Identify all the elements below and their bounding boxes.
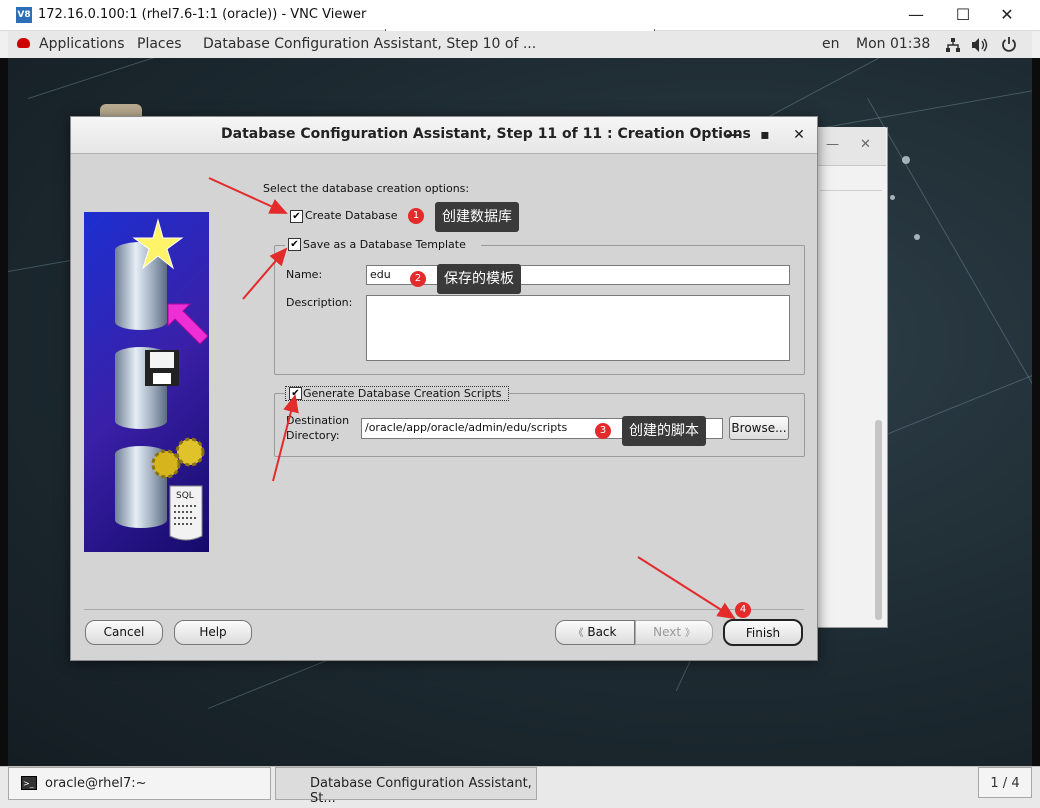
next-button[interactable]: Next 》	[635, 620, 713, 645]
redhat-icon	[17, 38, 30, 48]
finish-button[interactable]: Finish	[723, 619, 803, 646]
applications-menu[interactable]: Applications	[39, 36, 125, 52]
network-icon[interactable]	[945, 37, 961, 53]
annotation-badge: 2	[410, 271, 426, 287]
next-arrow-icon: 》	[684, 628, 695, 639]
volume-icon[interactable]	[971, 37, 989, 53]
star-icon	[132, 218, 184, 270]
template-description-label: Description:	[286, 296, 353, 309]
vnc-close-button[interactable]: ✕	[996, 4, 1018, 26]
vnc-minimize-button[interactable]: —	[905, 4, 927, 26]
dialog-titlebar: Database Configuration Assistant, Step 1…	[71, 117, 817, 154]
clock[interactable]: Mon 01:38	[856, 36, 930, 52]
template-name-label: Name:	[286, 268, 323, 281]
annotation-tooltip: 保存的模板	[437, 264, 521, 294]
back-button[interactable]: 《 Back	[555, 620, 635, 645]
gears-icon	[151, 437, 205, 479]
right-edge	[1032, 58, 1040, 766]
generate-scripts-label: Generate Database Creation Scripts	[303, 387, 502, 400]
floppy-disk-icon	[145, 350, 179, 386]
gnome-top-bar: Applications Places Database Configurati…	[8, 31, 1032, 59]
dialog-separator	[84, 609, 804, 610]
terminal-icon: >_	[21, 776, 37, 790]
vnc-window-titlebar: V8 172.16.0.100:1 (rhel7.6-1:1 (oracle))…	[0, 0, 1040, 31]
annotation-badge: 4	[735, 602, 751, 618]
help-button[interactable]: Help	[174, 620, 252, 645]
language-indicator[interactable]: en	[822, 36, 840, 52]
back-arrow-icon: 《	[573, 628, 584, 639]
taskbar-terminal-label: oracle@rhel7:~	[45, 776, 147, 791]
annotation-tooltip: 创建的脚本	[622, 416, 706, 446]
left-edge	[0, 58, 8, 766]
vnc-window-title: 172.16.0.100:1 (rhel7.6-1:1 (oracle)) - …	[38, 7, 367, 22]
taskbar-dbca-label: Database Configuration Assistant, St...	[310, 776, 532, 806]
generate-scripts-checkbox[interactable]: ✔	[289, 387, 302, 400]
workspace-pager[interactable]: 1 / 4	[978, 767, 1032, 798]
save-template-checkbox[interactable]: ✔	[288, 238, 301, 251]
cancel-button[interactable]: Cancel	[85, 620, 163, 645]
back-button-label: Back	[587, 625, 617, 639]
places-menu[interactable]: Places	[137, 36, 182, 52]
next-button-label: Next	[653, 625, 682, 639]
sql-scroll-icon: SQL	[169, 485, 203, 541]
create-database-checkbox[interactable]: ✔	[290, 210, 303, 223]
dialog-close-button[interactable]: ✕	[789, 125, 809, 145]
browse-button[interactable]: Browse...	[729, 416, 789, 440]
template-name-input[interactable]: edu	[366, 265, 790, 285]
power-icon[interactable]	[1001, 36, 1017, 52]
annotation-tooltip: 创建数据库	[435, 202, 519, 232]
destination-label-line1: Destination	[286, 414, 350, 427]
database-illustration: SQL	[84, 212, 209, 552]
vnc-logo-icon: V8	[16, 7, 32, 23]
active-window-menu[interactable]: Database Configuration Assistant, Step 1…	[203, 36, 536, 52]
creation-options-prompt: Select the database creation options:	[263, 182, 470, 195]
background-window-titlebar: — ✕	[816, 127, 886, 166]
annotation-badge: 3	[595, 423, 611, 439]
svg-text:SQL: SQL	[176, 491, 194, 501]
background-window-close[interactable]: ✕	[860, 137, 871, 152]
template-description-textarea[interactable]	[366, 295, 790, 361]
annotation-badge: 1	[408, 208, 424, 224]
taskbar: >_ oracle@rhel7:~ Database Configuration…	[0, 766, 1040, 808]
create-database-label: Create Database	[305, 209, 398, 222]
vnc-maximize-button[interactable]: ☐	[952, 4, 974, 26]
taskbar-terminal-item[interactable]: >_ oracle@rhel7:~	[8, 767, 271, 800]
pink-arrow-icon	[167, 303, 209, 345]
save-template-label: Save as a Database Template	[303, 238, 466, 251]
taskbar-dbca-item[interactable]: Database Configuration Assistant, St...	[275, 767, 537, 806]
dialog-title: Database Configuration Assistant, Step 1…	[221, 126, 751, 142]
dialog-maximize-button[interactable]: ▪	[755, 125, 775, 145]
background-window-minimize[interactable]: —	[826, 137, 839, 152]
dbca-dialog: Database Configuration Assistant, Step 1…	[70, 116, 818, 661]
dialog-minimize-button[interactable]: —	[723, 125, 743, 145]
background-window-divider	[820, 190, 882, 191]
background-window-scrollbar[interactable]	[875, 420, 882, 620]
destination-label-line2: Directory:	[286, 429, 340, 442]
